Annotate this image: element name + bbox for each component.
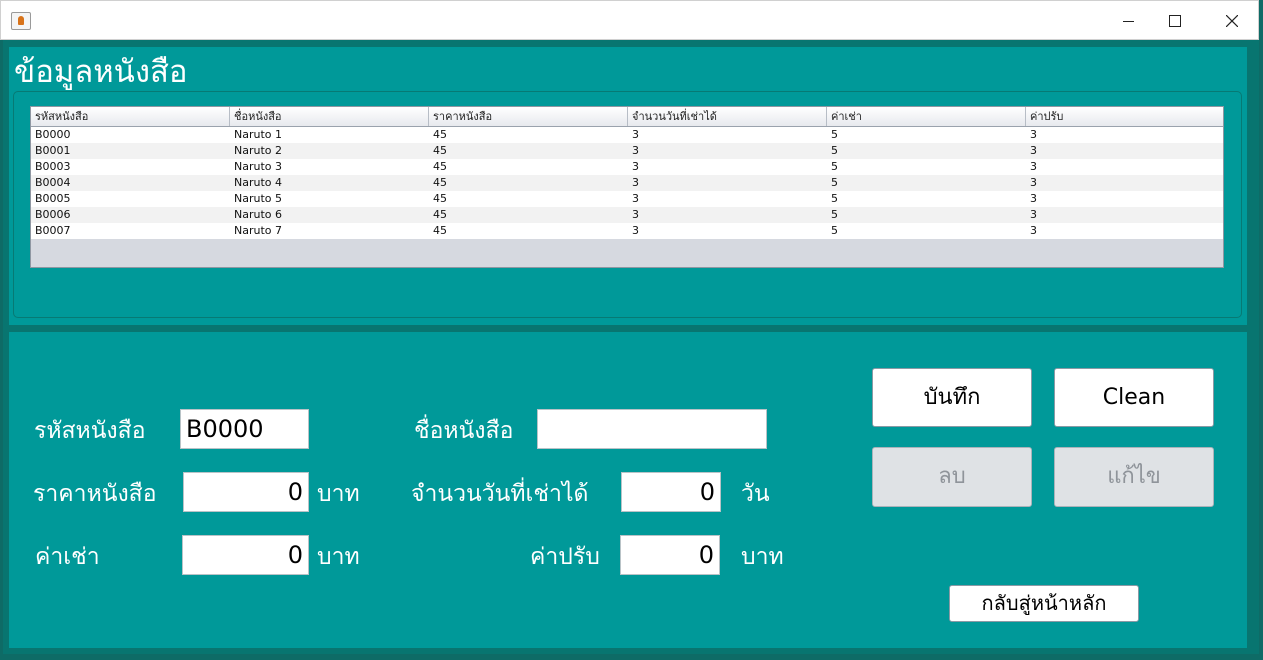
table-cell: 3 [632, 224, 639, 237]
minimize-button[interactable] [1106, 1, 1152, 41]
close-icon [1226, 15, 1238, 27]
table-cell: 5 [831, 192, 838, 205]
table-row[interactable]: B0004 Naruto 4 45 3 5 3 [31, 175, 1223, 191]
delete-button[interactable]: ลบ [872, 447, 1032, 507]
table-row[interactable]: B0006 Naruto 6 45 3 5 3 [31, 207, 1223, 223]
back-to-main-button[interactable]: กลับสู่หน้าหลัก [949, 585, 1139, 622]
table-cell: Naruto 2 [234, 144, 283, 157]
edit-button[interactable]: แก้ไข [1054, 447, 1214, 507]
table-body: B0000 Naruto 1 45 3 5 3 B0001 Naruto 2 45 3 5 3 B000… [31, 127, 1223, 239]
book-name-field[interactable] [537, 409, 767, 449]
table-cell: 5 [831, 160, 838, 173]
table-cell: 3 [632, 176, 639, 189]
table-column-header[interactable]: ค่าเช่า [827, 107, 1026, 126]
table-header: รหัสหนังสือ ชื่อหนังสือ ราคาหนังสือ จำนวนวั… [31, 107, 1223, 127]
price-unit: บาท [317, 481, 360, 507]
book-id-field[interactable]: B0000 [180, 409, 309, 449]
table-cell: B0005 [35, 192, 71, 205]
table-cell: B0001 [35, 144, 71, 157]
table-cell: 3 [632, 144, 639, 157]
price-label: ราคาหนังสือ [33, 481, 157, 507]
table-cell: 3 [1030, 176, 1037, 189]
table-cell: 45 [433, 224, 447, 237]
table-cell: B0004 [35, 176, 71, 189]
book-name-label: ชื่อหนังสือ [414, 418, 514, 444]
table-row[interactable]: B0003 Naruto 3 45 3 5 3 [31, 159, 1223, 175]
table-cell: Naruto 1 [234, 128, 283, 141]
table-cell: Naruto 5 [234, 192, 283, 205]
table-cell: 5 [831, 144, 838, 157]
table-cell: 5 [831, 128, 838, 141]
table-cell: 3 [1030, 160, 1037, 173]
table-cell: B0000 [35, 128, 71, 141]
table-cell: 3 [632, 192, 639, 205]
table-cell: 3 [1030, 208, 1037, 221]
fine-label: ค่าปรับ [530, 544, 600, 570]
rent-days-label: จำนวนวันที่เช่าได้ [411, 481, 589, 507]
table-cell: Naruto 4 [234, 176, 283, 189]
table-cell: 45 [433, 176, 447, 189]
rent-fee-field[interactable]: 0 [182, 535, 309, 575]
save-button[interactable]: บันทึก [872, 368, 1032, 427]
price-field[interactable]: 0 [183, 472, 309, 512]
table-cell: 45 [433, 160, 447, 173]
table-cell: 3 [632, 208, 639, 221]
table-cell: 3 [632, 128, 639, 141]
rent-days-field[interactable]: 0 [621, 472, 721, 512]
table-cell: Naruto 3 [234, 160, 283, 173]
books-table[interactable]: รหัสหนังสือ ชื่อหนังสือ ราคาหนังสือ จำนวนวั… [30, 106, 1224, 268]
table-cell: 3 [1030, 128, 1037, 141]
table-column-header[interactable]: จำนวนวันที่เช่าได้ [628, 107, 827, 126]
table-row[interactable]: B0007 Naruto 7 45 3 5 3 [31, 223, 1223, 239]
table-cell: B0007 [35, 224, 71, 237]
table-cell: 45 [433, 144, 447, 157]
table-column-header[interactable]: รหัสหนังสือ [31, 107, 230, 126]
minimize-icon [1123, 21, 1134, 22]
table-column-header[interactable]: ค่าปรับ [1026, 107, 1223, 126]
table-cell: 3 [1030, 224, 1037, 237]
table-cell: B0003 [35, 160, 71, 173]
page-title: ข้อมูลหนังสือ [14, 54, 188, 90]
table-column-header[interactable]: ชื่อหนังสือ [230, 107, 429, 126]
table-cell: 45 [433, 128, 447, 141]
table-cell: 45 [433, 192, 447, 205]
clean-button[interactable]: Clean [1054, 368, 1214, 427]
java-app-icon [11, 12, 31, 30]
fine-field[interactable]: 0 [620, 535, 720, 575]
rent-days-unit: วัน [741, 481, 770, 507]
maximize-button[interactable] [1152, 1, 1198, 41]
table-row[interactable]: B0000 Naruto 1 45 3 5 3 [31, 127, 1223, 143]
table-cell: B0006 [35, 208, 71, 221]
table-cell: 5 [831, 224, 838, 237]
book-id-label: รหัสหนังสือ [34, 418, 146, 444]
maximize-icon [1169, 15, 1181, 27]
table-cell: 45 [433, 208, 447, 221]
table-cell: Naruto 7 [234, 224, 283, 237]
table-column-header[interactable]: ราคาหนังสือ [429, 107, 628, 126]
rent-fee-unit: บาท [317, 544, 360, 570]
table-cell: 5 [831, 176, 838, 189]
table-cell: 3 [1030, 192, 1037, 205]
window-title-bar [0, 0, 1259, 40]
table-row[interactable]: B0005 Naruto 5 45 3 5 3 [31, 191, 1223, 207]
table-row[interactable]: B0001 Naruto 2 45 3 5 3 [31, 143, 1223, 159]
table-cell: Naruto 6 [234, 208, 283, 221]
table-cell: 3 [1030, 144, 1037, 157]
table-cell: 3 [632, 160, 639, 173]
fine-unit: บาท [741, 544, 784, 570]
table-cell: 5 [831, 208, 838, 221]
close-button[interactable] [1209, 1, 1255, 41]
rent-fee-label: ค่าเช่า [35, 544, 100, 570]
